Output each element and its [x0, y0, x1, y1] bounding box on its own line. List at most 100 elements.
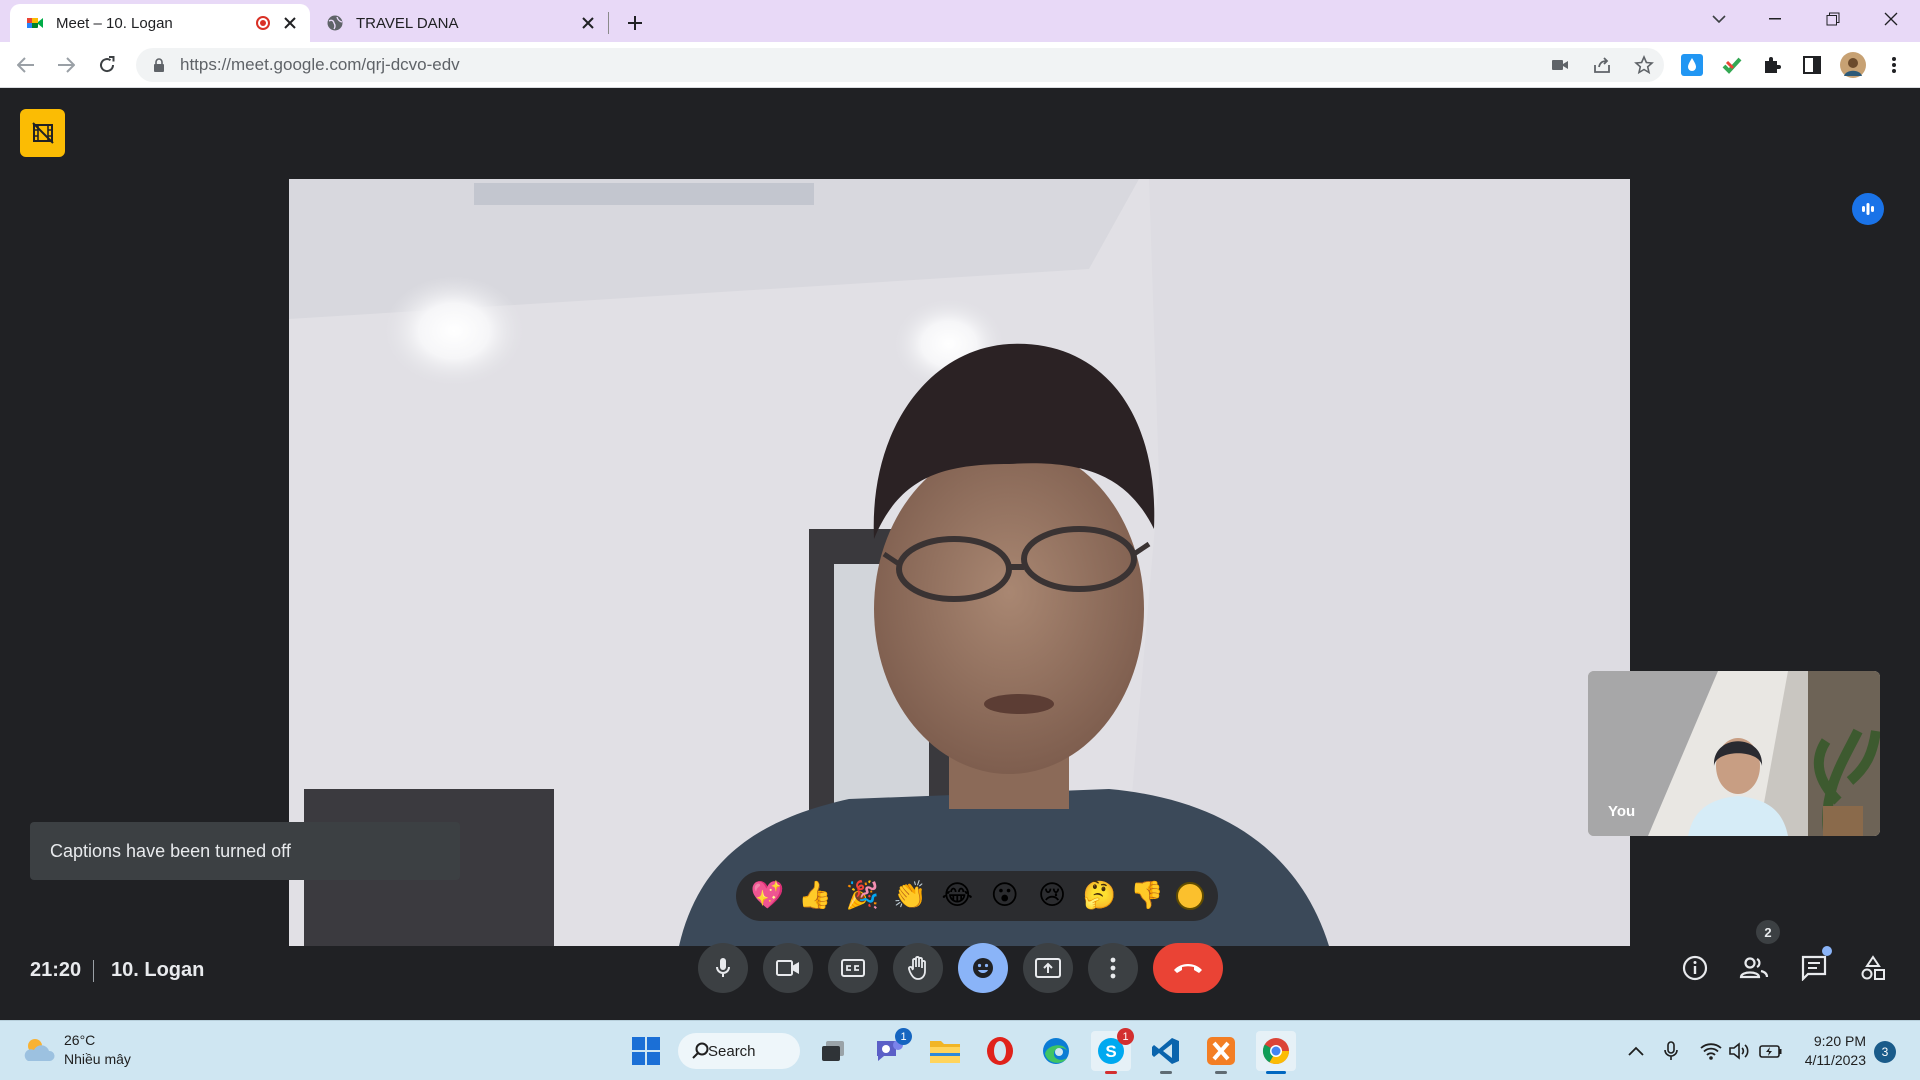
mic-icon: [716, 958, 730, 977]
info-icon: [1682, 955, 1708, 981]
tab-divider: [608, 12, 609, 34]
minimize-button[interactable]: [1754, 0, 1796, 38]
weather-widget[interactable]: 26°C Nhiều mây: [22, 1031, 131, 1069]
people-button[interactable]: [1733, 947, 1775, 989]
raise-hand-button[interactable]: [893, 943, 943, 993]
system-time: 9:20 PM: [1813, 1033, 1866, 1049]
tab-meet[interactable]: Meet – 10. Logan: [10, 4, 310, 42]
reaction-surprised[interactable]: 😮: [987, 878, 1023, 914]
new-tab-button[interactable]: [622, 10, 648, 36]
microphone-tray-button[interactable]: [1659, 1039, 1683, 1063]
xampp-icon: [1207, 1037, 1235, 1065]
teams-chat-button[interactable]: 1: [869, 1028, 912, 1071]
extensions-puzzle-icon[interactable]: [1761, 54, 1783, 76]
chevron-up-icon: [1628, 1046, 1644, 1056]
address-bar[interactable]: https://meet.google.com/qrj-dcvo-edv: [136, 48, 1664, 82]
reactions-bar: 💖 👍 🎉 👏 😂 😮 😢 🤔 👎: [736, 871, 1218, 921]
main-participant-video[interactable]: [289, 179, 1630, 946]
edge-button[interactable]: [1036, 1031, 1076, 1071]
back-arrow-icon: [17, 57, 34, 73]
raise-hand-icon: [908, 956, 926, 980]
end-call-icon: [1174, 964, 1202, 973]
extension-checkmark-icon[interactable]: [1721, 54, 1743, 76]
restore-button[interactable]: [1812, 0, 1854, 38]
participants-count-badge: 2: [1756, 920, 1780, 944]
forward-arrow-icon: [58, 57, 75, 73]
more-options-button[interactable]: [1088, 943, 1138, 993]
tray-mic-icon: [1664, 1041, 1678, 1060]
vscode-button[interactable]: [1146, 1031, 1186, 1074]
volume-button[interactable]: [1728, 1039, 1752, 1063]
audio-level-icon: [1862, 203, 1874, 215]
meeting-details-button[interactable]: [1674, 947, 1716, 989]
leave-call-button[interactable]: [1153, 943, 1223, 993]
system-date: 4/11/2023: [1804, 1052, 1866, 1068]
forward-button[interactable]: [52, 51, 80, 79]
close-window-button[interactable]: [1870, 0, 1912, 38]
skype-button[interactable]: S 1: [1091, 1028, 1134, 1074]
activities-button[interactable]: [1852, 947, 1894, 989]
chrome-button[interactable]: [1256, 1031, 1296, 1074]
camera-button[interactable]: [763, 943, 813, 993]
svg-text:S: S: [1105, 1042, 1116, 1061]
chat-icon: [1801, 955, 1827, 981]
present-screen-button[interactable]: [1023, 943, 1073, 993]
tab-title: TRAVEL DANA: [356, 14, 459, 32]
teams-badge: 1: [895, 1028, 912, 1045]
xampp-button[interactable]: [1201, 1031, 1241, 1074]
reaction-laughing[interactable]: 😂: [939, 878, 975, 914]
close-tab-icon[interactable]: [282, 15, 298, 31]
speaking-indicator: [1852, 193, 1884, 225]
captions-toast: Captions have been turned off: [30, 822, 460, 880]
cloudy-weather-icon: [24, 1039, 55, 1061]
no-video-badge[interactable]: [20, 109, 65, 157]
start-button[interactable]: [626, 1031, 666, 1071]
camera-blocked-icon[interactable]: [1550, 55, 1570, 75]
reaction-crying[interactable]: 😢: [1034, 878, 1070, 914]
self-view-video[interactable]: You: [1588, 671, 1880, 836]
extension-water-icon[interactable]: [1681, 54, 1703, 76]
chat-unread-dot: [1822, 946, 1832, 956]
recording-icon: [256, 16, 270, 30]
share-icon[interactable]: [1592, 55, 1612, 75]
battery-button[interactable]: [1759, 1039, 1783, 1063]
meet-stage: You Captions have been turned off 💖 👍 🎉 …: [0, 89, 1920, 1020]
windows-taskbar: 26°C Nhiều mây Search 1 S 1 9:20 PM 4/11…: [0, 1020, 1920, 1080]
taskbar-search[interactable]: Search: [678, 1033, 800, 1069]
system-clock[interactable]: 9:20 PM 4/11/2023: [1800, 1032, 1866, 1070]
wifi-button[interactable]: [1699, 1039, 1723, 1063]
task-view-button[interactable]: [813, 1031, 853, 1071]
reaction-thinking[interactable]: 🤔: [1081, 878, 1117, 914]
side-panel-icon[interactable]: [1801, 54, 1823, 76]
plus-icon: [628, 16, 642, 30]
skin-tone-picker[interactable]: [1176, 882, 1205, 910]
show-hidden-icons-button[interactable]: [1624, 1039, 1648, 1063]
reaction-clapping[interactable]: 👏: [892, 878, 928, 914]
file-explorer-button[interactable]: [925, 1031, 965, 1071]
search-icon: [692, 1042, 709, 1059]
profile-avatar[interactable]: [1840, 52, 1866, 78]
back-button[interactable]: [12, 51, 40, 79]
opera-button[interactable]: [980, 1031, 1020, 1071]
close-tab-icon[interactable]: [580, 15, 596, 31]
reaction-thumbs-up[interactable]: 👍: [797, 878, 833, 914]
tab-travel-dana[interactable]: TRAVEL DANA: [312, 4, 608, 42]
reaction-party-popper[interactable]: 🎉: [844, 878, 880, 914]
reaction-sparkling-heart[interactable]: 💖: [750, 878, 786, 914]
opera-icon: [987, 1037, 1013, 1065]
vscode-icon: [1152, 1038, 1179, 1064]
wifi-icon: [1700, 1043, 1722, 1060]
tab-search-button[interactable]: [1698, 0, 1740, 38]
emoji-reactions-button[interactable]: [958, 943, 1008, 993]
microphone-button[interactable]: [698, 943, 748, 993]
reaction-thumbs-down[interactable]: 👎: [1129, 878, 1165, 914]
minimize-icon: [1769, 18, 1781, 20]
google-meet-icon: [27, 18, 43, 28]
captions-button[interactable]: [828, 943, 878, 993]
notification-count-badge[interactable]: 3: [1874, 1041, 1896, 1063]
browser-toolbar: https://meet.google.com/qrj-dcvo-edv: [0, 42, 1920, 88]
bookmark-star-icon[interactable]: [1634, 55, 1654, 75]
browser-menu-icon[interactable]: [1883, 54, 1905, 76]
reload-button[interactable]: [93, 51, 121, 79]
more-icon: [1110, 957, 1116, 979]
